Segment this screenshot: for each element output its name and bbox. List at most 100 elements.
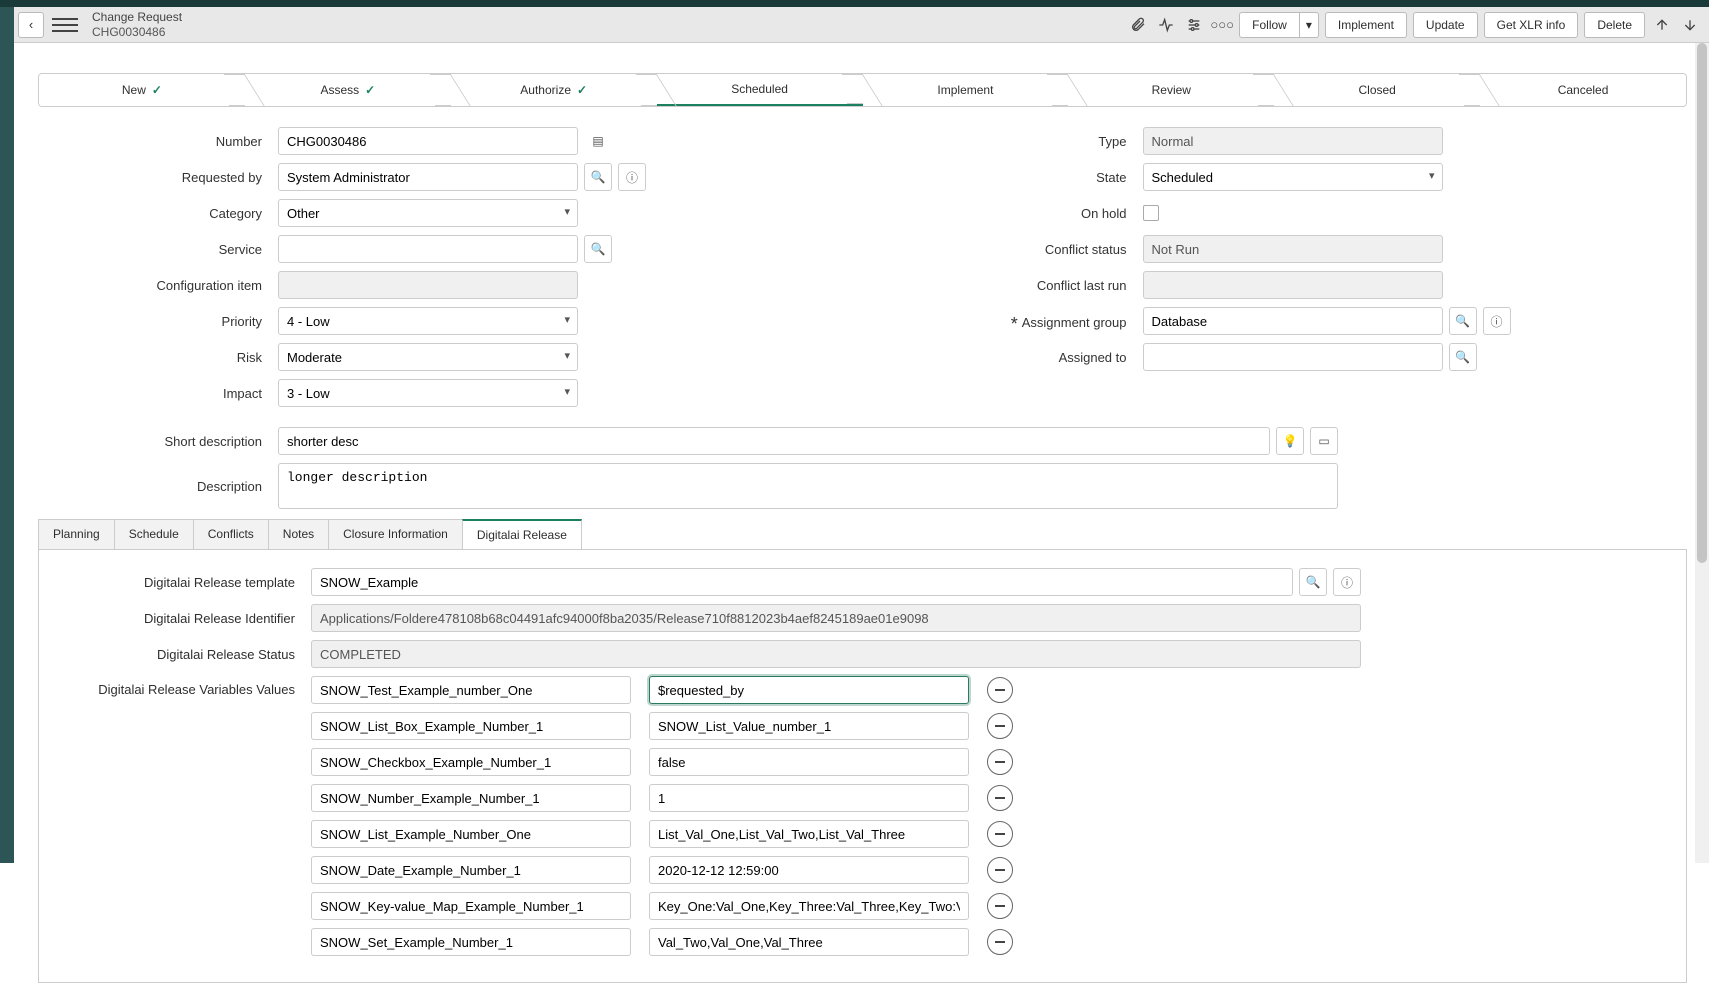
activity-icon[interactable] [1155, 14, 1177, 36]
tab-digitalai[interactable]: Digitalai Release [462, 519, 582, 549]
info-icon[interactable]: ⓘ [1483, 307, 1511, 335]
tab-closure[interactable]: Closure Information [328, 519, 463, 549]
minus-icon [995, 869, 1005, 871]
stage-canceled[interactable]: Canceled [1480, 74, 1686, 106]
number-field[interactable] [278, 127, 578, 155]
stage-scheduled[interactable]: Scheduled [657, 74, 863, 106]
barcode-icon[interactable]: ▤ [584, 127, 612, 155]
tab-conflicts[interactable]: Conflicts [193, 519, 269, 549]
stage-new[interactable]: New✓ [39, 74, 245, 106]
conflict-last-run-label: Conflict last run [903, 278, 1143, 293]
category-label: Category [38, 206, 278, 221]
stage-assess[interactable]: Assess✓ [245, 74, 451, 106]
process-flow: New✓ Assess✓ Authorize✓ Scheduled Implem… [38, 73, 1687, 107]
delete-button[interactable]: Delete [1584, 12, 1645, 38]
scrollbar-thumb[interactable] [1697, 43, 1707, 563]
nav-up-icon[interactable] [1651, 14, 1673, 36]
risk-select[interactable]: Moderate [278, 343, 578, 371]
back-button[interactable]: ‹ [18, 12, 44, 38]
var-key-field[interactable] [311, 748, 631, 776]
update-button[interactable]: Update [1413, 12, 1478, 38]
stage-authorize[interactable]: Authorize✓ [451, 74, 657, 106]
implement-button[interactable]: Implement [1325, 12, 1407, 38]
nav-down-icon[interactable] [1679, 14, 1701, 36]
stage-closed[interactable]: Closed [1274, 74, 1480, 106]
on-hold-checkbox[interactable] [1143, 205, 1159, 221]
risk-label: Risk [38, 350, 278, 365]
priority-select[interactable]: 4 - Low [278, 307, 578, 335]
state-select[interactable]: Scheduled [1143, 163, 1443, 191]
release-status-field [311, 640, 1361, 668]
desc-field[interactable]: longer description [278, 463, 1338, 509]
var-row [311, 748, 1031, 776]
var-value-field[interactable] [649, 856, 969, 884]
var-value-field[interactable] [649, 712, 969, 740]
var-key-field[interactable] [311, 856, 631, 884]
var-key-field[interactable] [311, 820, 631, 848]
var-key-field[interactable] [311, 892, 631, 920]
assignment-group-field[interactable] [1143, 307, 1443, 335]
remove-var-button[interactable] [987, 713, 1013, 739]
short-desc-field[interactable] [278, 427, 1270, 455]
var-row [311, 928, 1031, 956]
var-value-field[interactable] [649, 784, 969, 812]
suggestion-icon[interactable]: 💡 [1276, 427, 1304, 455]
info-icon[interactable]: ⓘ [618, 163, 646, 191]
check-icon: ✓ [152, 83, 162, 97]
more-icon[interactable]: ○○○ [1211, 14, 1233, 36]
var-key-field[interactable] [311, 712, 631, 740]
assignment-group-label: Assignment group [903, 311, 1143, 332]
priority-label: Priority [38, 314, 278, 329]
var-value-field[interactable] [649, 892, 969, 920]
var-key-field[interactable] [311, 784, 631, 812]
lookup-icon[interactable]: 🔍 [584, 163, 612, 191]
remove-var-button[interactable] [987, 857, 1013, 883]
follow-button[interactable]: Follow [1239, 12, 1299, 38]
var-value-field[interactable] [649, 748, 969, 776]
lookup-icon[interactable]: 🔍 [1449, 343, 1477, 371]
release-vars-label: Digitalai Release Variables Values [51, 676, 311, 697]
var-value-field[interactable] [649, 676, 969, 704]
tab-planning[interactable]: Planning [38, 519, 115, 549]
service-field[interactable] [278, 235, 578, 263]
info-icon[interactable]: ⓘ [1333, 568, 1361, 596]
personalize-icon[interactable] [1183, 14, 1205, 36]
remove-var-button[interactable] [987, 929, 1013, 955]
remove-var-button[interactable] [987, 821, 1013, 847]
minus-icon [995, 725, 1005, 727]
requested-by-field[interactable] [278, 163, 578, 191]
tab-schedule[interactable]: Schedule [114, 519, 194, 549]
remove-var-button[interactable] [987, 749, 1013, 775]
release-template-field[interactable] [311, 568, 1293, 596]
remove-var-button[interactable] [987, 677, 1013, 703]
var-row [311, 820, 1031, 848]
app-topbar [0, 0, 1709, 7]
var-value-field[interactable] [649, 928, 969, 956]
release-status-label: Digitalai Release Status [51, 647, 311, 662]
var-key-field[interactable] [311, 928, 631, 956]
tab-notes[interactable]: Notes [268, 519, 329, 549]
var-row [311, 892, 1031, 920]
scrollbar[interactable] [1695, 43, 1709, 863]
lookup-icon[interactable]: 🔍 [584, 235, 612, 263]
attachment-icon[interactable] [1127, 14, 1149, 36]
stage-implement[interactable]: Implement [863, 74, 1069, 106]
stage-review[interactable]: Review [1068, 74, 1274, 106]
assigned-to-field[interactable] [1143, 343, 1443, 371]
impact-select[interactable]: 3 - Low [278, 379, 578, 407]
get-xlr-info-button[interactable]: Get XLR info [1484, 12, 1579, 38]
var-value-field[interactable] [649, 820, 969, 848]
check-icon: ✓ [365, 83, 375, 97]
knowledge-icon[interactable]: ▭ [1310, 427, 1338, 455]
follow-dropdown-button[interactable]: ▾ [1299, 12, 1319, 38]
lookup-icon[interactable]: 🔍 [1299, 568, 1327, 596]
remove-var-button[interactable] [987, 893, 1013, 919]
var-key-field[interactable] [311, 676, 631, 704]
lookup-icon[interactable]: 🔍 [1449, 307, 1477, 335]
type-label: Type [903, 134, 1143, 149]
remove-var-button[interactable] [987, 785, 1013, 811]
minus-icon [995, 833, 1005, 835]
state-label: State [903, 170, 1143, 185]
category-select[interactable]: Other [278, 199, 578, 227]
context-menu-button[interactable] [52, 12, 78, 38]
